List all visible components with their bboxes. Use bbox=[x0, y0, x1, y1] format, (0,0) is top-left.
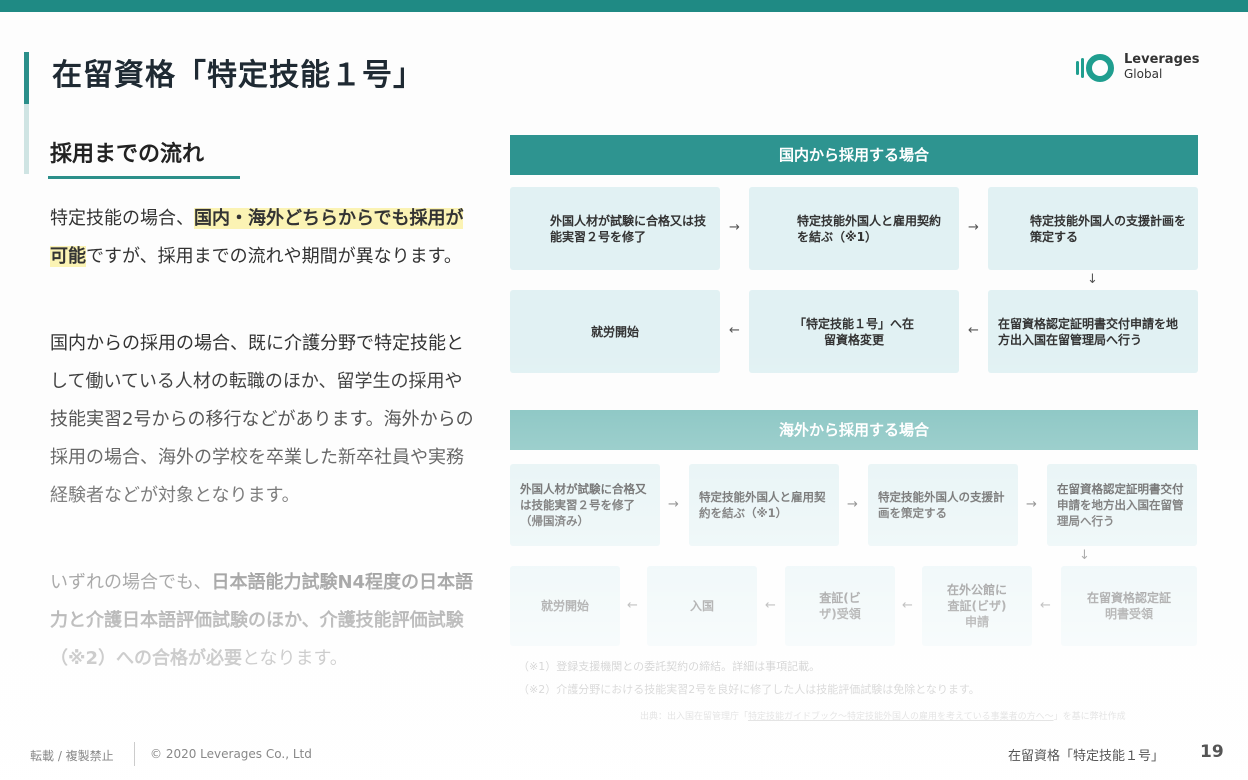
logo-mark-icon bbox=[1076, 54, 1114, 82]
paragraph-3-post: となります。 bbox=[242, 648, 348, 669]
arrow-left-icon: ← bbox=[902, 598, 913, 613]
paragraph-1: 特定技能の場合、国内・海外どちらからでも採用が可能ですが、採用までの流れや期間が… bbox=[50, 200, 480, 276]
overseas-step-5: 在留資格認定証明書受領 bbox=[1061, 566, 1197, 646]
domestic-flow-header: 国内から採用する場合 bbox=[510, 135, 1198, 175]
overseas-step-9: 就労開始 bbox=[510, 566, 620, 646]
arrow-left-icon: ← bbox=[627, 598, 638, 613]
domestic-step-6: 就労開始 bbox=[510, 290, 720, 373]
arrow-down-icon: ↓ bbox=[1079, 548, 1090, 563]
footer-copyright: © 2020 Leverages Co., Ltd bbox=[150, 747, 312, 761]
overseas-step-2: 特定技能外国人と雇用契約を結ぶ（※1） bbox=[689, 464, 839, 546]
overseas-step-7: 査証(ビザ)受領 bbox=[785, 566, 895, 646]
overseas-step-1: 外国人材が試験に合格又は技能実習２号を修了（帰国済み） bbox=[510, 464, 660, 546]
overseas-step-6: 在外公館に査証(ビザ)申請 bbox=[922, 566, 1032, 646]
paragraph-1-post: ですが、採用までの流れや期間が異なります。 bbox=[86, 246, 462, 267]
source-pre: 出典：出入国在留管理庁「 bbox=[640, 712, 749, 722]
logo-text-line1: Leverages bbox=[1124, 52, 1200, 67]
arrow-left-icon: ← bbox=[765, 598, 776, 613]
arrow-left-icon: ← bbox=[968, 323, 979, 338]
title-accent-bar bbox=[24, 52, 29, 104]
arrow-right-icon: → bbox=[847, 497, 858, 512]
paragraph-1-pre: 特定技能の場合、 bbox=[50, 208, 194, 229]
overseas-flow-header: 海外から採用する場合 bbox=[510, 410, 1198, 450]
arrow-right-icon: → bbox=[668, 497, 679, 512]
paragraph-3-pre: いずれの場合でも、 bbox=[50, 572, 212, 593]
page-title: 在留資格「特定技能１号」 bbox=[52, 58, 424, 93]
arrow-down-icon: ↓ bbox=[1087, 272, 1098, 287]
domestic-step-4: 在留資格認定証明書交付申請を地方出入国在留管理局へ行う bbox=[988, 290, 1198, 373]
paragraph-2: 国内からの採用の場合、既に介護分野で特定技能として働いている人材の転職のほか、留… bbox=[50, 333, 474, 506]
source-post: 」を基に弊社作成 bbox=[1053, 712, 1126, 722]
footnote-2: （※2）介護分野における技能実習2号を良好に修了した人は技能評価試験は免除となり… bbox=[518, 683, 980, 696]
arrow-left-icon: ← bbox=[729, 323, 740, 338]
arrow-right-icon: → bbox=[968, 220, 979, 235]
source-citation: 出典：出入国在留管理庁「特定技能ガイドブック～特定技能外国人の雇用を考えている事… bbox=[640, 709, 1126, 722]
paragraph-3: いずれの場合でも、日本語能力試験N4程度の日本語力と介護日本語評価試験のほか、介… bbox=[50, 564, 480, 678]
logo-text-line2: Global bbox=[1124, 67, 1163, 81]
footnote-1: （※1）登録支援機関との委託契約の締結。詳細は事項記載。 bbox=[518, 660, 821, 673]
footer-title: 在留資格「特定技能１号」 bbox=[1008, 749, 1165, 764]
section-underline bbox=[48, 176, 240, 179]
section-heading: 採用までの流れ bbox=[50, 142, 205, 167]
domestic-step-2: 特定技能外国人と雇用契約を結ぶ（※1） bbox=[749, 187, 959, 270]
arrow-left-icon: ← bbox=[1040, 598, 1051, 613]
overseas-step-4: 在留資格認定証明書交付申請を地方出入国在留管理局へ行う bbox=[1047, 464, 1197, 546]
title-accent-bar-light bbox=[24, 104, 29, 174]
domestic-step-5: 「特定技能１号」へ在留資格変更 bbox=[749, 290, 959, 373]
paragraph-1-highlight-1: 国内・海外どちらからでも bbox=[194, 208, 410, 229]
domestic-step-3: 特定技能外国人の支援計画を策定する bbox=[988, 187, 1198, 270]
leverages-logo: Leverages Global bbox=[1074, 52, 1214, 84]
page-number: 19 bbox=[1200, 742, 1224, 762]
footer-divider bbox=[134, 742, 135, 766]
arrow-right-icon: → bbox=[729, 220, 740, 235]
overseas-step-3: 特定技能外国人の支援計画を策定する bbox=[868, 464, 1018, 546]
arrow-right-icon: → bbox=[1026, 497, 1037, 512]
top-accent-bar bbox=[0, 0, 1248, 12]
overseas-step-8: 入国 bbox=[647, 566, 757, 646]
footer-no-reproduction: 転載 / 複製禁止 bbox=[30, 749, 114, 763]
slide: 在留資格「特定技能１号」 Leverages Global 採用までの流れ 特定… bbox=[0, 0, 1248, 780]
domestic-step-1: 外国人材が試験に合格又は技能実習２号を修了 bbox=[510, 187, 720, 270]
source-link[interactable]: 特定技能ガイドブック～特定技能外国人の雇用を考えている事業者の方へ～ bbox=[748, 712, 1054, 722]
